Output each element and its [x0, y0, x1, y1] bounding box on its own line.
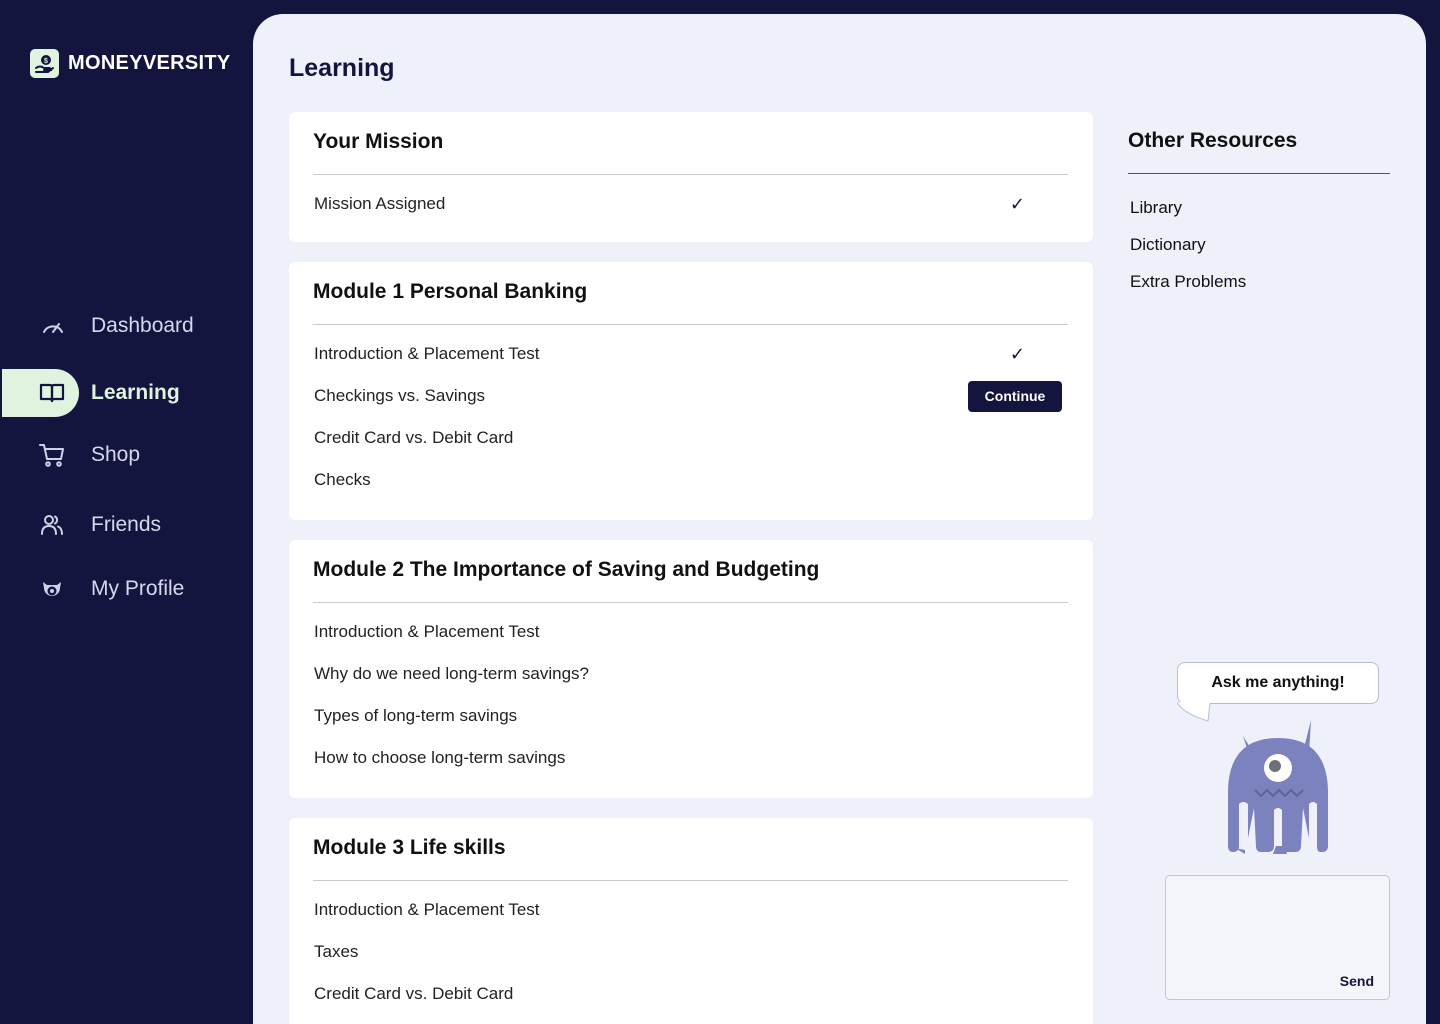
- divider: [313, 324, 1068, 325]
- sidebar-item-learning[interactable]: Learning: [0, 369, 253, 417]
- brand-name: MONEYVERSITY: [68, 52, 231, 74]
- lesson-label: Mission Assigned: [314, 194, 446, 213]
- resources-title: Other Resources: [1128, 129, 1298, 152]
- money-hand-icon: $: [30, 49, 59, 78]
- divider: [313, 174, 1068, 175]
- divider: [1128, 173, 1390, 174]
- mission-card: Your Mission Mission Assigned ✓: [289, 112, 1093, 242]
- speech-bubble: Ask me anything!: [1177, 662, 1379, 704]
- card-title: Module 2 The Importance of Saving and Bu…: [313, 558, 820, 581]
- lesson-label: Why do we need long-term savings?: [314, 664, 589, 683]
- resource-link-dictionary[interactable]: Dictionary: [1130, 235, 1206, 255]
- lesson-label: Types of long-term savings: [314, 706, 518, 725]
- sidebar-item-friends[interactable]: Friends: [0, 501, 253, 549]
- lesson-item[interactable]: Types of long-term savings: [314, 701, 1063, 731]
- main-panel: Learning Your Mission Mission Assigned ✓…: [253, 14, 1426, 1024]
- lesson-item[interactable]: Taxes: [314, 937, 1063, 967]
- sidebar-item-my-profile[interactable]: My Profile: [0, 565, 253, 613]
- chat-input[interactable]: Send: [1165, 875, 1390, 1000]
- lesson-item[interactable]: Checks: [314, 465, 1063, 495]
- module-card: Module 1 Personal Banking Introduction &…: [289, 262, 1093, 520]
- page-title: Learning: [289, 54, 395, 82]
- lesson-item[interactable]: Credit Card vs. Debit Card: [314, 423, 1063, 453]
- sidebar-item-label: My Profile: [91, 577, 185, 600]
- lesson-label: Credit Card vs. Debit Card: [314, 984, 514, 1003]
- sidebar-item-shop[interactable]: Shop: [0, 431, 253, 479]
- gauge-icon: [38, 311, 68, 341]
- lesson-item[interactable]: How to choose long-term savings: [314, 743, 1063, 773]
- lesson-label: Credit Card vs. Debit Card: [314, 428, 514, 447]
- module-card: Module 3 Life skills Introduction & Plac…: [289, 818, 1093, 1024]
- lesson-item[interactable]: Credit Card vs. Debit Card: [314, 979, 1063, 1009]
- send-button[interactable]: Send: [1340, 973, 1374, 989]
- lesson-item[interactable]: Introduction & Placement Test ✓: [314, 339, 1063, 369]
- lesson-item[interactable]: Introduction & Placement Test: [314, 617, 1063, 647]
- mascot-monster-icon: [1228, 720, 1328, 854]
- card-title: Your Mission: [313, 130, 444, 153]
- checkmark-icon: ✓: [1009, 193, 1025, 214]
- lesson-label: Checks: [314, 470, 371, 489]
- lesson-label: Introduction & Placement Test: [314, 344, 540, 363]
- profile-icon: [37, 574, 67, 604]
- checkmark-icon: ✓: [1009, 343, 1025, 364]
- divider: [313, 602, 1068, 603]
- card-title: Module 1 Personal Banking: [313, 280, 588, 303]
- lesson-item[interactable]: Checkings vs. Savings Continue: [314, 380, 1063, 412]
- divider: [313, 880, 1068, 881]
- sidebar-item-dashboard[interactable]: Dashboard: [0, 302, 253, 350]
- book-icon: [37, 378, 67, 408]
- lesson-label: Checkings vs. Savings: [314, 386, 486, 405]
- other-resources: Other Resources Library Dictionary Extra…: [1128, 129, 1390, 291]
- module-card: Module 2 The Importance of Saving and Bu…: [289, 540, 1093, 798]
- resource-link-extra-problems[interactable]: Extra Problems: [1130, 272, 1246, 292]
- lesson-item[interactable]: Why do we need long-term savings?: [314, 659, 1063, 689]
- sidebar: $ MONEYVERSITY Dashboard Learning Shop F…: [0, 0, 253, 1024]
- lesson-label: Introduction & Placement Test: [314, 900, 540, 919]
- users-icon: [37, 510, 67, 540]
- lesson-label: Introduction & Placement Test: [314, 622, 540, 641]
- lesson-label: How to choose long-term savings: [314, 748, 566, 767]
- card-title: Module 3 Life skills: [313, 836, 506, 859]
- resource-link-library[interactable]: Library: [1130, 198, 1182, 218]
- brand-logo[interactable]: $ MONEYVERSITY: [30, 49, 231, 78]
- svg-text:$: $: [44, 58, 48, 65]
- sidebar-item-label: Learning: [91, 381, 180, 404]
- cart-icon: [37, 440, 67, 470]
- sidebar-item-label: Dashboard: [91, 314, 194, 337]
- sidebar-item-label: Shop: [91, 443, 141, 466]
- sidebar-item-label: Friends: [91, 513, 162, 536]
- lesson-item[interactable]: Introduction & Placement Test: [314, 895, 1063, 925]
- lesson-label: Taxes: [314, 942, 359, 961]
- speech-bubble-tail: [1177, 702, 1211, 722]
- continue-button[interactable]: Continue: [968, 380, 1062, 412]
- list-item[interactable]: Mission Assigned ✓: [314, 189, 1063, 219]
